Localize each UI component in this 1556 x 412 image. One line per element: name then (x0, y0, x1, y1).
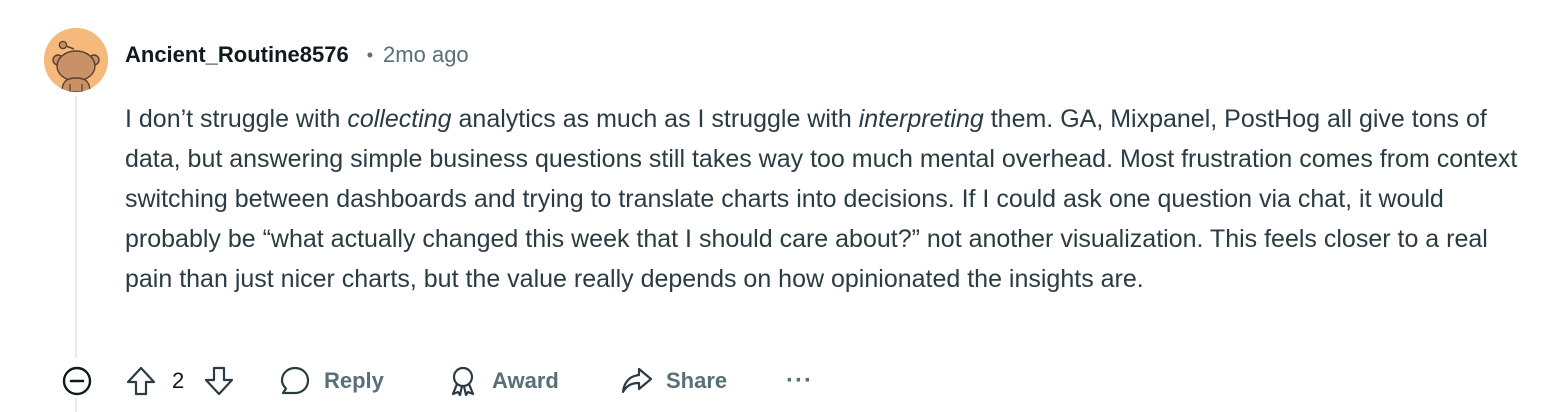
minus-circle-icon (62, 366, 92, 396)
comment-body: I don’t struggle with collecting analyti… (125, 99, 1525, 299)
comment-text: I don’t struggle with collecting analyti… (125, 99, 1525, 299)
meta-separator: • (366, 44, 374, 65)
share-button[interactable]: Share (620, 360, 727, 402)
snoo-avatar-icon (44, 28, 108, 92)
comment-text-segment: them. GA, Mixpanel, PostHog all give ton… (125, 105, 1518, 293)
comment-header: Ancient_Routine8576 • 2mo ago (125, 40, 469, 70)
share-label: Share (666, 368, 728, 393)
comment-text-emphasis: collecting (347, 105, 452, 133)
speech-bubble-icon (280, 366, 310, 395)
collapse-thread-button[interactable] (60, 360, 94, 402)
more-options-button[interactable]: ··· (786, 360, 813, 402)
comment-action-bar: 2 Reply Award Share ··· (56, 360, 856, 402)
arrow-down-icon (204, 366, 234, 396)
comment-text-emphasis: interpreting (858, 105, 984, 133)
comment-text-segment: I don’t struggle with (125, 105, 348, 133)
reply-label: Reply (324, 368, 384, 393)
vote-score: 2 (172, 368, 185, 393)
upvote-button[interactable] (124, 360, 158, 402)
thread-line[interactable] (75, 96, 77, 358)
downvote-button[interactable] (202, 360, 236, 402)
comment-timestamp[interactable]: 2mo ago (383, 42, 469, 68)
award-label: Award (492, 368, 559, 393)
award-ribbon-icon (451, 366, 475, 397)
comment-text-segment: analytics as much as I struggle with (451, 105, 859, 133)
reply-button[interactable]: Reply (278, 360, 384, 402)
comment: Ancient_Routine8576 • 2mo ago I don’t st… (0, 0, 1556, 412)
comment-author-link[interactable]: Ancient_Routine8576 (125, 42, 349, 68)
share-arrow-icon (621, 367, 653, 394)
award-button[interactable]: Award (446, 360, 559, 402)
arrow-up-icon (126, 366, 156, 396)
avatar[interactable] (44, 28, 108, 92)
